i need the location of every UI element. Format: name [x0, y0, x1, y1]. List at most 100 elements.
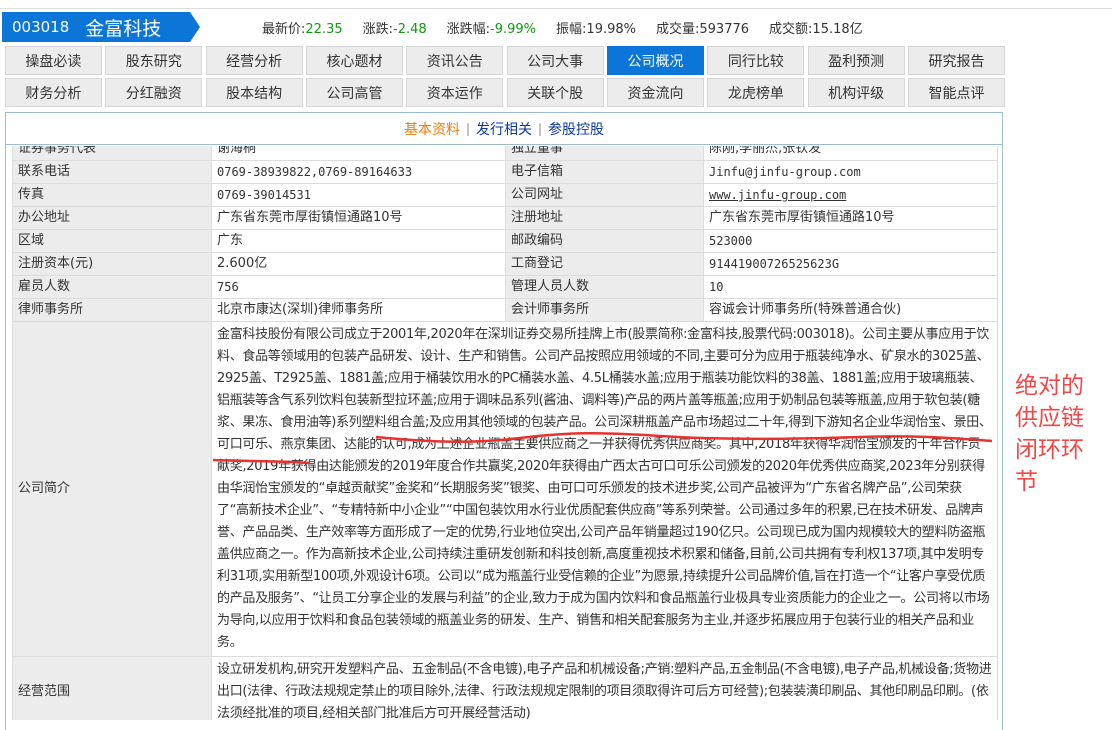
field-value: Jinfu@jinfu-group.com [703, 160, 998, 184]
field-value: 容诚会计师事务所(特殊普通合伙) [703, 298, 998, 322]
tab-2-4[interactable]: 资本运作 [406, 78, 504, 107]
tab-1-1[interactable]: 股东研究 [105, 46, 203, 75]
quote-value: -9.99% [490, 22, 537, 37]
quote-value: -2.48 [393, 22, 427, 37]
business-scope-row: 经营范围 设立研发机构,研究开发塑料产品、五金制品(不含电镀),电子产品和机械设备… [12, 656, 998, 720]
tab-2-3[interactable]: 公司高管 [306, 78, 403, 107]
subtab-holding[interactable]: 参股控股 [548, 119, 604, 139]
tab-1-5[interactable]: 公司大事 [506, 46, 604, 75]
stock-code: 003018 [12, 18, 70, 36]
field-label: 雇员人数 [12, 275, 212, 299]
quote-item: 成交量:593776 [656, 18, 749, 37]
separator: | [465, 121, 470, 136]
field-label: 传真 [12, 183, 212, 207]
tab-row-2: 财务分析 分红融资 股本结构 公司高管 资本运作 关联个股 资金流向 龙虎榜单 机构评级 智能点评 [5, 78, 1005, 107]
annotation-text: 绝对的供应链闭环环节 [1015, 373, 1084, 495]
tab-1-6[interactable]: 公司概况 [607, 46, 704, 75]
field-value: 10 [703, 275, 998, 299]
subtabs: 基本资料 | 发行相关 | 参股控股 [6, 113, 1002, 145]
field-value: 0769-38939822,0769-89164633 [211, 160, 506, 184]
table-row: 律师事务所 北京市康达(深圳)律师事务所 会计师事务所 容诚会计师事务所(特殊普通合伙… [12, 298, 998, 322]
table-row: 雇员人数 756 管理人员人数 10 [12, 275, 998, 299]
tab-1-4[interactable]: 资讯公告 [406, 46, 504, 75]
quote-value: 15.18亿 [812, 22, 863, 37]
tab-2-2[interactable]: 股本结构 [205, 78, 303, 107]
field-value: 北京市康达(深圳)律师事务所 [211, 298, 506, 322]
tab-1-9[interactable]: 研究报告 [908, 46, 1005, 75]
subtab-issue[interactable]: 发行相关 [476, 119, 532, 139]
tab-row-1: 操盘必读 股东研究 经营分析 核心题材 资讯公告 公司大事 公司概况 同行比较 盈利预测 研究报告 [5, 46, 1005, 75]
table-row: 联系电话 0769-38939822,0769-89164633 电子信箱 Jinfu… [12, 160, 998, 184]
quote-label: 最新价: [262, 22, 306, 37]
field-label: 证券事务代表 [12, 146, 212, 161]
tab-2-8[interactable]: 机构评级 [807, 78, 905, 107]
tab-1-7[interactable]: 同行比较 [707, 46, 805, 75]
quote-label: 涨跌幅: [446, 22, 491, 37]
quote-item: 成交额:15.18亿 [769, 18, 863, 37]
table-row: 注册资本(元) 2.600亿 工商登记 91441900726525623G [12, 252, 998, 276]
field-label: 律师事务所 [12, 298, 212, 322]
field-value: 523000 [703, 229, 998, 253]
field-value: 广东省东莞市厚街镇恒通路10号 [211, 206, 506, 230]
field-label: 管理人员人数 [505, 275, 704, 299]
company-intro-text: 金富科技股份有限公司成立于2001年,2020年在深圳证券交易所挂牌上市(股票简… [211, 321, 998, 657]
tab-1-3[interactable]: 核心题材 [306, 46, 403, 75]
tab-2-6[interactable]: 资金流向 [607, 78, 704, 107]
table-row: 传真 0769-39014531 公司网址 www.jinfu-group.com [12, 183, 998, 207]
quote-bar: 最新价:22.35 涨跌:-2.48 涨跌幅:-9.99% 振幅:19.98% 成交量:… [262, 18, 863, 37]
quote-item: 最新价:22.35 [262, 18, 343, 37]
field-label: 邮政编码 [505, 229, 704, 253]
subtab-basic[interactable]: 基本资料 [404, 119, 460, 139]
profile-table-container[interactable]: 证券事务代表 谢海桐 独立董事 陈刚,李丽杰,张钦发 联系电话 0769-38939822… [12, 146, 998, 720]
field-value: 广东省东莞市厚街镇恒通路10号 [703, 206, 998, 230]
tab-1-2[interactable]: 经营分析 [205, 46, 303, 75]
quote-value: 19.98% [586, 22, 636, 37]
field-label: 独立董事 [505, 146, 704, 161]
tab-1-0[interactable]: 操盘必读 [5, 46, 102, 75]
business-scope-text: 设立研发机构,研究开发塑料产品、五金制品(不含电镀),电子产品和机械设备;产销:… [211, 656, 998, 720]
field-label: 公司网址 [505, 183, 704, 207]
field-value: 陈刚,李丽杰,张钦发 [703, 146, 998, 161]
quote-label: 振幅: [556, 22, 587, 37]
field-label: 联系电话 [12, 160, 212, 184]
table-row: 办公地址 广东省东莞市厚街镇恒通路10号 注册地址 广东省东莞市厚街镇恒通路10号 [12, 206, 998, 230]
field-value: 2.600亿 [211, 252, 506, 276]
field-label: 注册资本(元) [12, 252, 212, 276]
quote-label: 涨跌: [362, 22, 393, 37]
field-value: 91441900726525623G [703, 252, 998, 276]
quote-label: 成交额: [769, 22, 813, 37]
table-row: 证券事务代表 谢海桐 独立董事 陈刚,李丽杰,张钦发 [12, 146, 998, 161]
field-value: www.jinfu-group.com [703, 183, 998, 207]
company-profile-panel: 基本资料 | 发行相关 | 参股控股 证券事务代表 谢海桐 独立董事 陈刚,李丽杰,张… [5, 112, 1003, 730]
field-label: 公司简介 [12, 321, 212, 657]
field-label: 注册地址 [505, 206, 704, 230]
tab-2-5[interactable]: 关联个股 [506, 78, 604, 107]
quote-label: 成交量: [656, 22, 700, 37]
stock-name: 金富科技 [85, 17, 162, 40]
quote-value: 22.35 [305, 22, 343, 37]
field-label: 区域 [12, 229, 212, 253]
tab-1-8[interactable]: 盈利预测 [807, 46, 905, 75]
quote-item: 涨跌幅:-9.99% [447, 18, 536, 37]
table-row: 区域 广东 邮政编码 523000 [12, 229, 998, 253]
field-label: 会计师事务所 [505, 298, 704, 322]
field-value: 756 [211, 275, 506, 299]
quote-value: 593776 [699, 22, 750, 37]
tab-2-9[interactable]: 智能点评 [908, 78, 1005, 107]
stock-header: 003018 金富科技 最新价:22.35 涨跌:-2.48 涨跌幅:-9.99% 振… [0, 12, 1112, 42]
quote-item: 涨跌:-2.48 [363, 18, 427, 37]
stock-badge: 003018 金富科技 [2, 12, 200, 42]
profile-table: 证券事务代表 谢海桐 独立董事 陈刚,李丽杰,张钦发 联系电话 0769-38939822… [12, 146, 998, 720]
tab-2-7[interactable]: 龙虎榜单 [707, 78, 805, 107]
field-value: 0769-39014531 [211, 183, 506, 207]
tab-2-1[interactable]: 分红融资 [105, 78, 203, 107]
top-strip [0, 0, 1112, 9]
field-value: 谢海桐 [211, 146, 506, 161]
field-label: 办公地址 [12, 206, 212, 230]
company-intro-row: 公司简介 金富科技股份有限公司成立于2001年,2020年在深圳证券交易所挂牌上市… [12, 321, 998, 657]
tab-2-0[interactable]: 财务分析 [5, 78, 102, 107]
quote-item: 振幅:19.98% [556, 18, 636, 37]
field-label: 工商登记 [505, 252, 704, 276]
separator: | [538, 121, 543, 136]
website-link[interactable]: www.jinfu-group.com [709, 188, 846, 202]
